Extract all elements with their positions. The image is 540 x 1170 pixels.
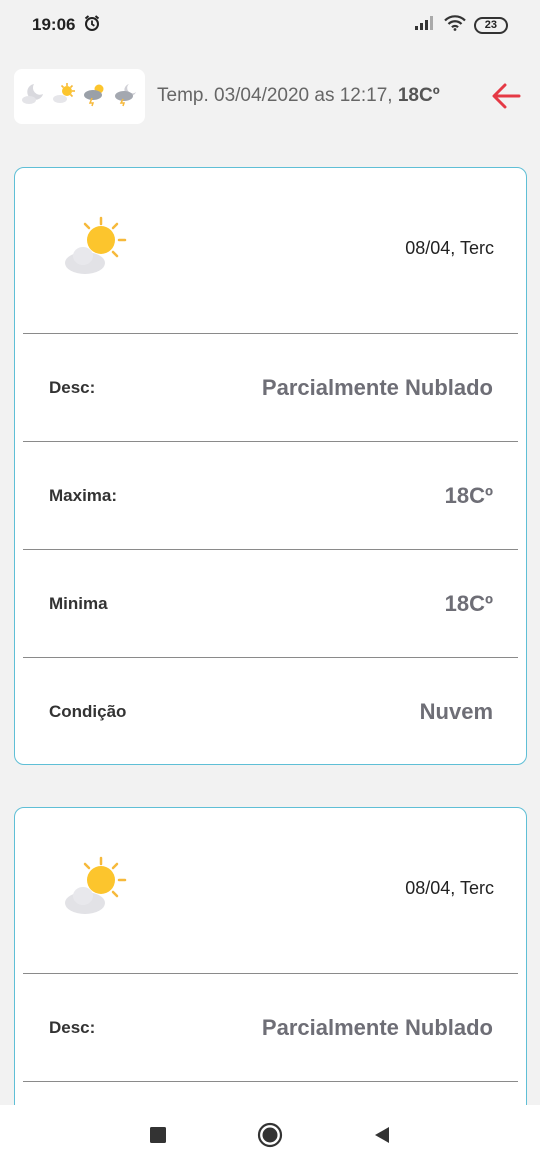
- status-left: 19:06: [32, 14, 101, 37]
- battery-level: 23: [484, 18, 497, 31]
- system-nav-bar: [0, 1105, 540, 1170]
- header-title-prefix: Temp. 03/04/2020 as 12:17,: [157, 85, 393, 106]
- forecast-card: 08/04, Terc Desc: Parcialmente Nublado M…: [14, 167, 527, 765]
- row-condicao: Condição Nuvem: [23, 657, 518, 764]
- row-label: Desc:: [49, 377, 96, 397]
- row-label: Condição: [49, 701, 127, 721]
- moon-cloud-icon: [20, 81, 46, 112]
- row-value: Parcialmente Nublado: [261, 374, 493, 400]
- row-value: 18Cº: [444, 590, 493, 616]
- home-button[interactable]: [214, 1122, 326, 1153]
- home-circle-icon: [257, 1122, 283, 1153]
- card-date: 08/04, Terc: [405, 878, 494, 898]
- row-maxima: Maxima: 18Cº: [23, 441, 518, 549]
- back-button[interactable]: [326, 1126, 438, 1149]
- row-label: Minima: [49, 593, 108, 613]
- recents-square-icon: [149, 1126, 167, 1149]
- row-value: Parcialmente Nublado: [261, 1014, 493, 1040]
- wifi-icon: [443, 14, 466, 36]
- signal-icon: [414, 15, 436, 36]
- card-header: 08/04, Terc: [15, 808, 526, 973]
- sun-cloud-icon: [51, 81, 77, 112]
- row-value: 18Cº: [444, 482, 493, 508]
- row-label: Desc:: [49, 1017, 96, 1037]
- weather-icon-strip: [14, 68, 145, 124]
- row-desc: Desc: Parcialmente Nublado: [23, 973, 518, 1081]
- arrow-left-icon[interactable]: [490, 80, 522, 112]
- header: Temp. 03/04/2020 as 12:17, 18Cº: [14, 68, 526, 124]
- header-title-temp: 18Cº: [397, 85, 440, 106]
- status-bar: 19:06 23: [0, 0, 540, 50]
- storm-moon-icon: [113, 81, 139, 112]
- status-right: 23: [414, 14, 508, 36]
- partly-cloudy-icon: [61, 212, 129, 285]
- row-value: Nuvem: [419, 698, 493, 724]
- storm-sun-icon: [82, 81, 108, 112]
- card-header: 08/04, Terc: [15, 168, 526, 333]
- battery-icon: 23: [473, 16, 508, 34]
- card-date: 08/04, Terc: [405, 238, 494, 258]
- forecast-card: 08/04, Terc Desc: Parcialmente Nublado: [14, 807, 527, 1127]
- row-desc: Desc: Parcialmente Nublado: [23, 333, 518, 441]
- partly-cloudy-icon: [61, 852, 129, 925]
- alarm-icon: [83, 14, 101, 37]
- recents-button[interactable]: [102, 1126, 214, 1149]
- row-minima: Minima 18Cº: [23, 549, 518, 657]
- row-label: Maxima:: [49, 485, 118, 505]
- status-time: 19:06: [32, 15, 76, 34]
- header-title: Temp. 03/04/2020 as 12:17, 18Cº: [157, 85, 440, 107]
- back-triangle-icon: [373, 1126, 391, 1149]
